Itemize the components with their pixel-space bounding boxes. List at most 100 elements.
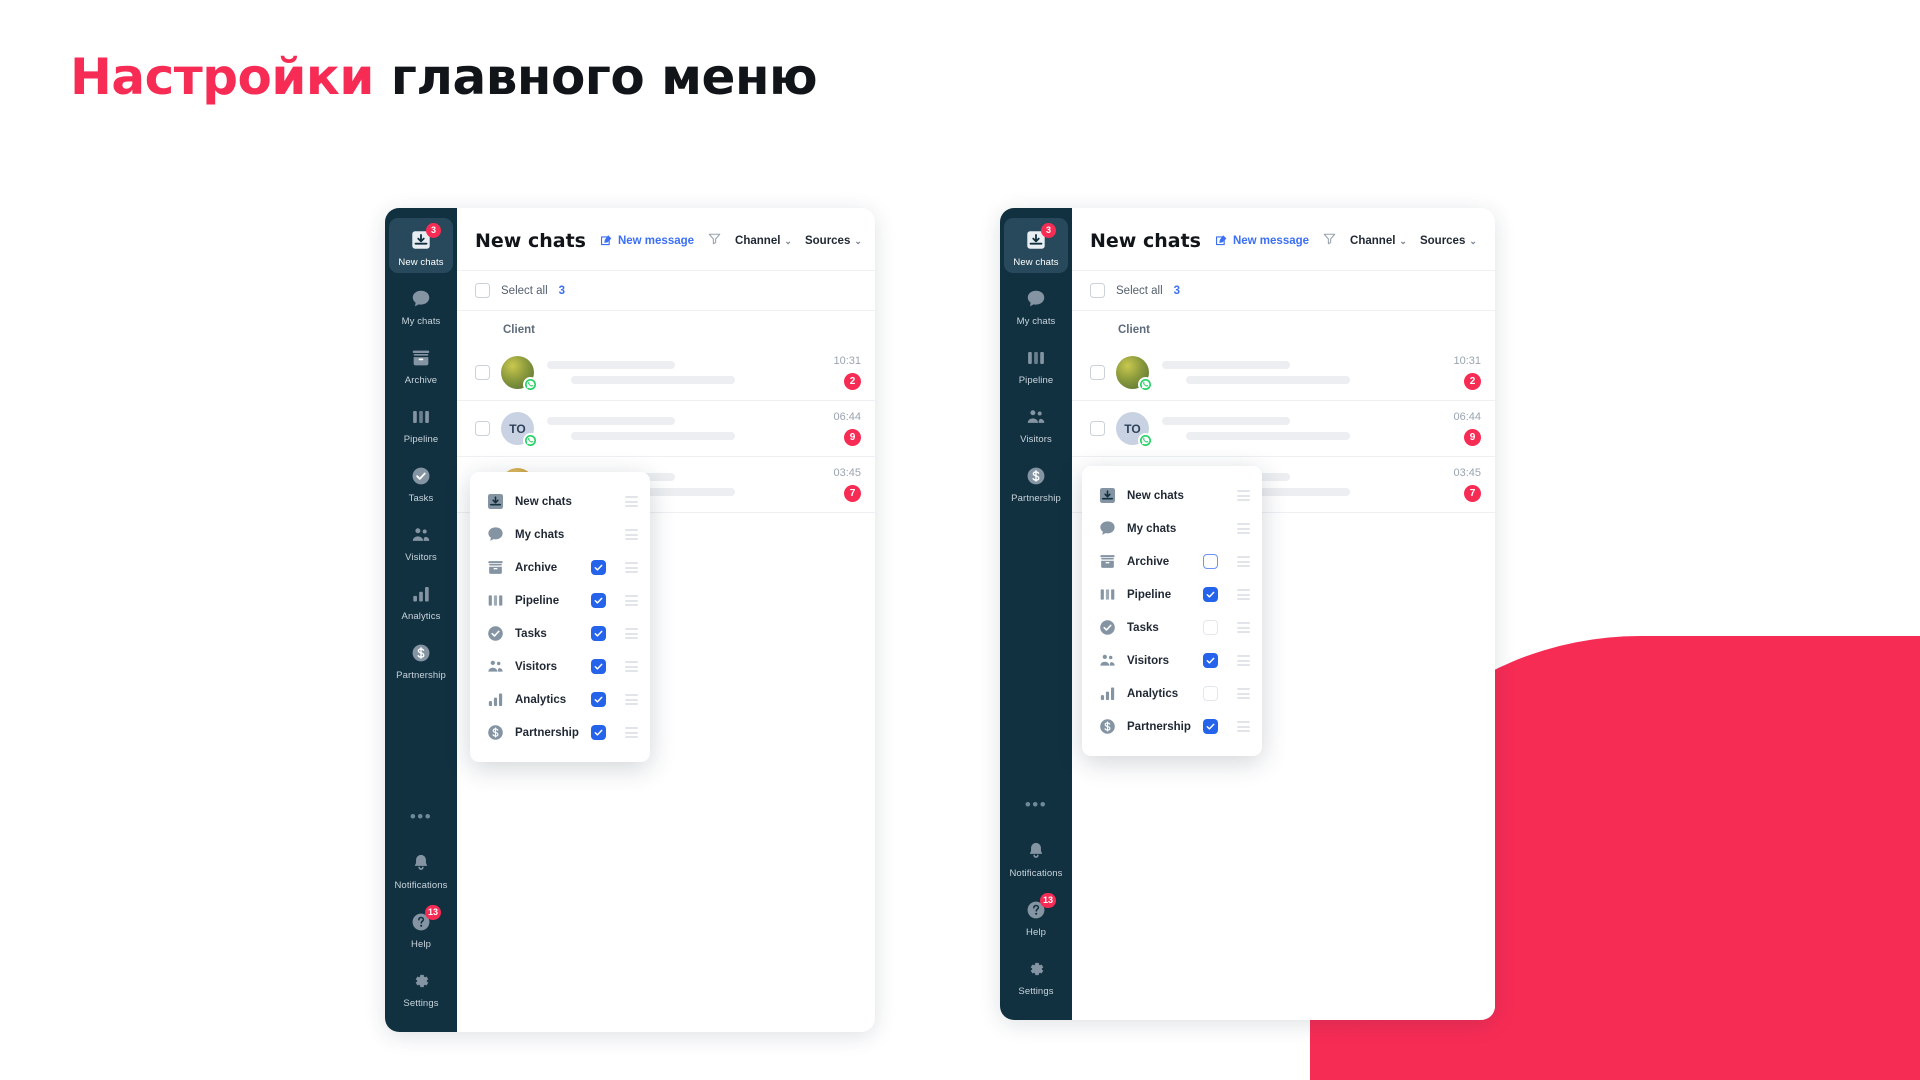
- archive-box-icon: [1098, 552, 1117, 571]
- menu-item-tasks[interactable]: Tasks: [1082, 611, 1262, 644]
- menu-item-new-chats[interactable]: New chats: [470, 485, 650, 518]
- menu-checkbox[interactable]: [1203, 554, 1218, 569]
- drag-handle-icon[interactable]: [1237, 622, 1250, 633]
- menu-item-new-chats[interactable]: New chats: [1082, 479, 1262, 512]
- sidebar-item-new-chats[interactable]: 3 New chats: [389, 218, 453, 273]
- drag-handle-icon[interactable]: [1237, 556, 1250, 567]
- new-message-label: New message: [1232, 235, 1310, 247]
- new-message-button[interactable]: New message: [1214, 233, 1309, 250]
- channel-filter-dropdown[interactable]: Channel ⌄: [1350, 235, 1407, 247]
- menu-item-tasks[interactable]: Tasks: [470, 617, 650, 650]
- sidebar-badge: 3: [1041, 223, 1056, 238]
- menu-checkbox[interactable]: [1203, 719, 1218, 734]
- menu-checkbox[interactable]: [1203, 653, 1218, 668]
- sidebar-more-icon[interactable]: •••: [410, 800, 432, 841]
- menu-item-visitors[interactable]: Visitors: [470, 650, 650, 683]
- sidebar-item-visitors[interactable]: Visitors: [1004, 395, 1068, 450]
- sidebar-item-pipeline[interactable]: Pipeline: [1004, 336, 1068, 391]
- drag-handle-icon[interactable]: [625, 529, 638, 540]
- chevron-down-icon: ⌄: [854, 235, 862, 246]
- menu-checkbox[interactable]: [1203, 686, 1218, 701]
- table-row[interactable]: 10:31 2: [457, 345, 875, 401]
- sidebar-item-notifications[interactable]: Notifications: [389, 841, 453, 896]
- row-checkbox[interactable]: [1090, 421, 1105, 436]
- menu-item-partnership[interactable]: Partnership: [470, 716, 650, 749]
- menu-checkbox[interactable]: [1203, 587, 1218, 602]
- unread-badge: 2: [1464, 373, 1481, 390]
- main-menu-settings-dropdown-right[interactable]: New chats My chats Archive Pipeline Task…: [1082, 466, 1262, 756]
- sources-filter-dropdown[interactable]: Sources ⌄: [805, 235, 862, 247]
- select-all-row[interactable]: Select all 3: [457, 271, 875, 311]
- sidebar-item-notifications[interactable]: Notifications: [1004, 829, 1068, 884]
- sidebar-item-archive[interactable]: Archive: [389, 336, 453, 391]
- sidebar-item-label: Pipeline: [403, 434, 439, 445]
- row-checkbox[interactable]: [475, 365, 490, 380]
- menu-checkbox[interactable]: [591, 692, 606, 707]
- select-all-row[interactable]: Select all 3: [1072, 271, 1495, 311]
- sidebar-item-visitors[interactable]: Visitors: [389, 513, 453, 568]
- sidebar-item-label: My chats: [401, 316, 441, 327]
- menu-item-pipeline[interactable]: Pipeline: [1082, 578, 1262, 611]
- chevron-down-icon: ⌄: [1469, 235, 1477, 246]
- row-checkbox[interactable]: [475, 421, 490, 436]
- drag-handle-icon[interactable]: [625, 496, 638, 507]
- drag-handle-icon[interactable]: [1237, 490, 1250, 501]
- menu-checkbox[interactable]: [591, 626, 606, 641]
- select-all-checkbox[interactable]: [475, 283, 490, 298]
- drag-handle-icon[interactable]: [1237, 688, 1250, 699]
- sidebar-item-partnership[interactable]: Partnership: [1004, 454, 1068, 509]
- sidebar-item-my-chats[interactable]: My chats: [1004, 277, 1068, 332]
- sidebar-item-new-chats[interactable]: 3 New chats: [1004, 218, 1068, 273]
- drag-handle-icon[interactable]: [1237, 655, 1250, 666]
- sidebar-item-partnership[interactable]: Partnership: [389, 631, 453, 686]
- table-row[interactable]: TO 06:44 9: [457, 401, 875, 457]
- main-menu-settings-dropdown-left[interactable]: New chats My chats Archive Pipeline Task…: [470, 472, 650, 762]
- drag-handle-icon[interactable]: [625, 694, 638, 705]
- menu-item-archive[interactable]: Archive: [470, 551, 650, 584]
- menu-checkbox[interactable]: [591, 725, 606, 740]
- drag-handle-icon[interactable]: [1237, 721, 1250, 732]
- menu-checkbox-placeholder: [1203, 521, 1218, 536]
- drag-handle-icon[interactable]: [1237, 589, 1250, 600]
- channel-filter-dropdown[interactable]: Channel ⌄: [735, 235, 792, 247]
- sidebar-item-my-chats[interactable]: My chats: [389, 277, 453, 332]
- select-all-checkbox[interactable]: [1090, 283, 1105, 298]
- menu-checkbox[interactable]: [591, 593, 606, 608]
- sidebar-item-pipeline[interactable]: Pipeline: [389, 395, 453, 450]
- filter-icon[interactable]: [1322, 231, 1337, 251]
- sidebar-item-analytics[interactable]: Analytics: [389, 572, 453, 627]
- new-message-button[interactable]: New message: [599, 233, 694, 250]
- table-row[interactable]: TO 06:44 9: [1072, 401, 1495, 457]
- whatsapp-icon: [523, 377, 538, 392]
- menu-checkbox[interactable]: [1203, 620, 1218, 635]
- drag-handle-icon[interactable]: [625, 562, 638, 573]
- drag-handle-icon[interactable]: [625, 595, 638, 606]
- sources-filter-dropdown[interactable]: Sources ⌄: [1420, 235, 1477, 247]
- sidebar-more-icon[interactable]: •••: [1025, 788, 1047, 829]
- menu-item-my-chats[interactable]: My chats: [1082, 512, 1262, 545]
- timestamp: 10:31: [1453, 355, 1481, 367]
- sidebar-item-settings[interactable]: Settings: [1004, 947, 1068, 1002]
- row-checkbox[interactable]: [1090, 365, 1105, 380]
- sidebar-item-help[interactable]: 13 Help: [389, 900, 453, 955]
- menu-item-visitors[interactable]: Visitors: [1082, 644, 1262, 677]
- menu-item-my-chats[interactable]: My chats: [470, 518, 650, 551]
- menu-item-partnership[interactable]: Partnership: [1082, 710, 1262, 743]
- table-row[interactable]: 10:31 2: [1072, 345, 1495, 401]
- drag-handle-icon[interactable]: [625, 727, 638, 738]
- menu-item-archive[interactable]: Archive: [1082, 545, 1262, 578]
- filter-icon[interactable]: [707, 231, 722, 251]
- menu-item-pipeline[interactable]: Pipeline: [470, 584, 650, 617]
- menu-checkbox[interactable]: [591, 560, 606, 575]
- sidebar-item-help[interactable]: 13 Help: [1004, 888, 1068, 943]
- sidebar-item-tasks[interactable]: Tasks: [389, 454, 453, 509]
- drag-handle-icon[interactable]: [625, 661, 638, 672]
- menu-item-analytics[interactable]: Analytics: [1082, 677, 1262, 710]
- sidebar-item-settings[interactable]: Settings: [389, 959, 453, 1014]
- sidebar-item-label: Settings: [1018, 986, 1054, 997]
- drag-handle-icon[interactable]: [1237, 523, 1250, 534]
- menu-checkbox[interactable]: [591, 659, 606, 674]
- drag-handle-icon[interactable]: [625, 628, 638, 639]
- group-label-client: Client: [1118, 324, 1150, 336]
- menu-item-analytics[interactable]: Analytics: [470, 683, 650, 716]
